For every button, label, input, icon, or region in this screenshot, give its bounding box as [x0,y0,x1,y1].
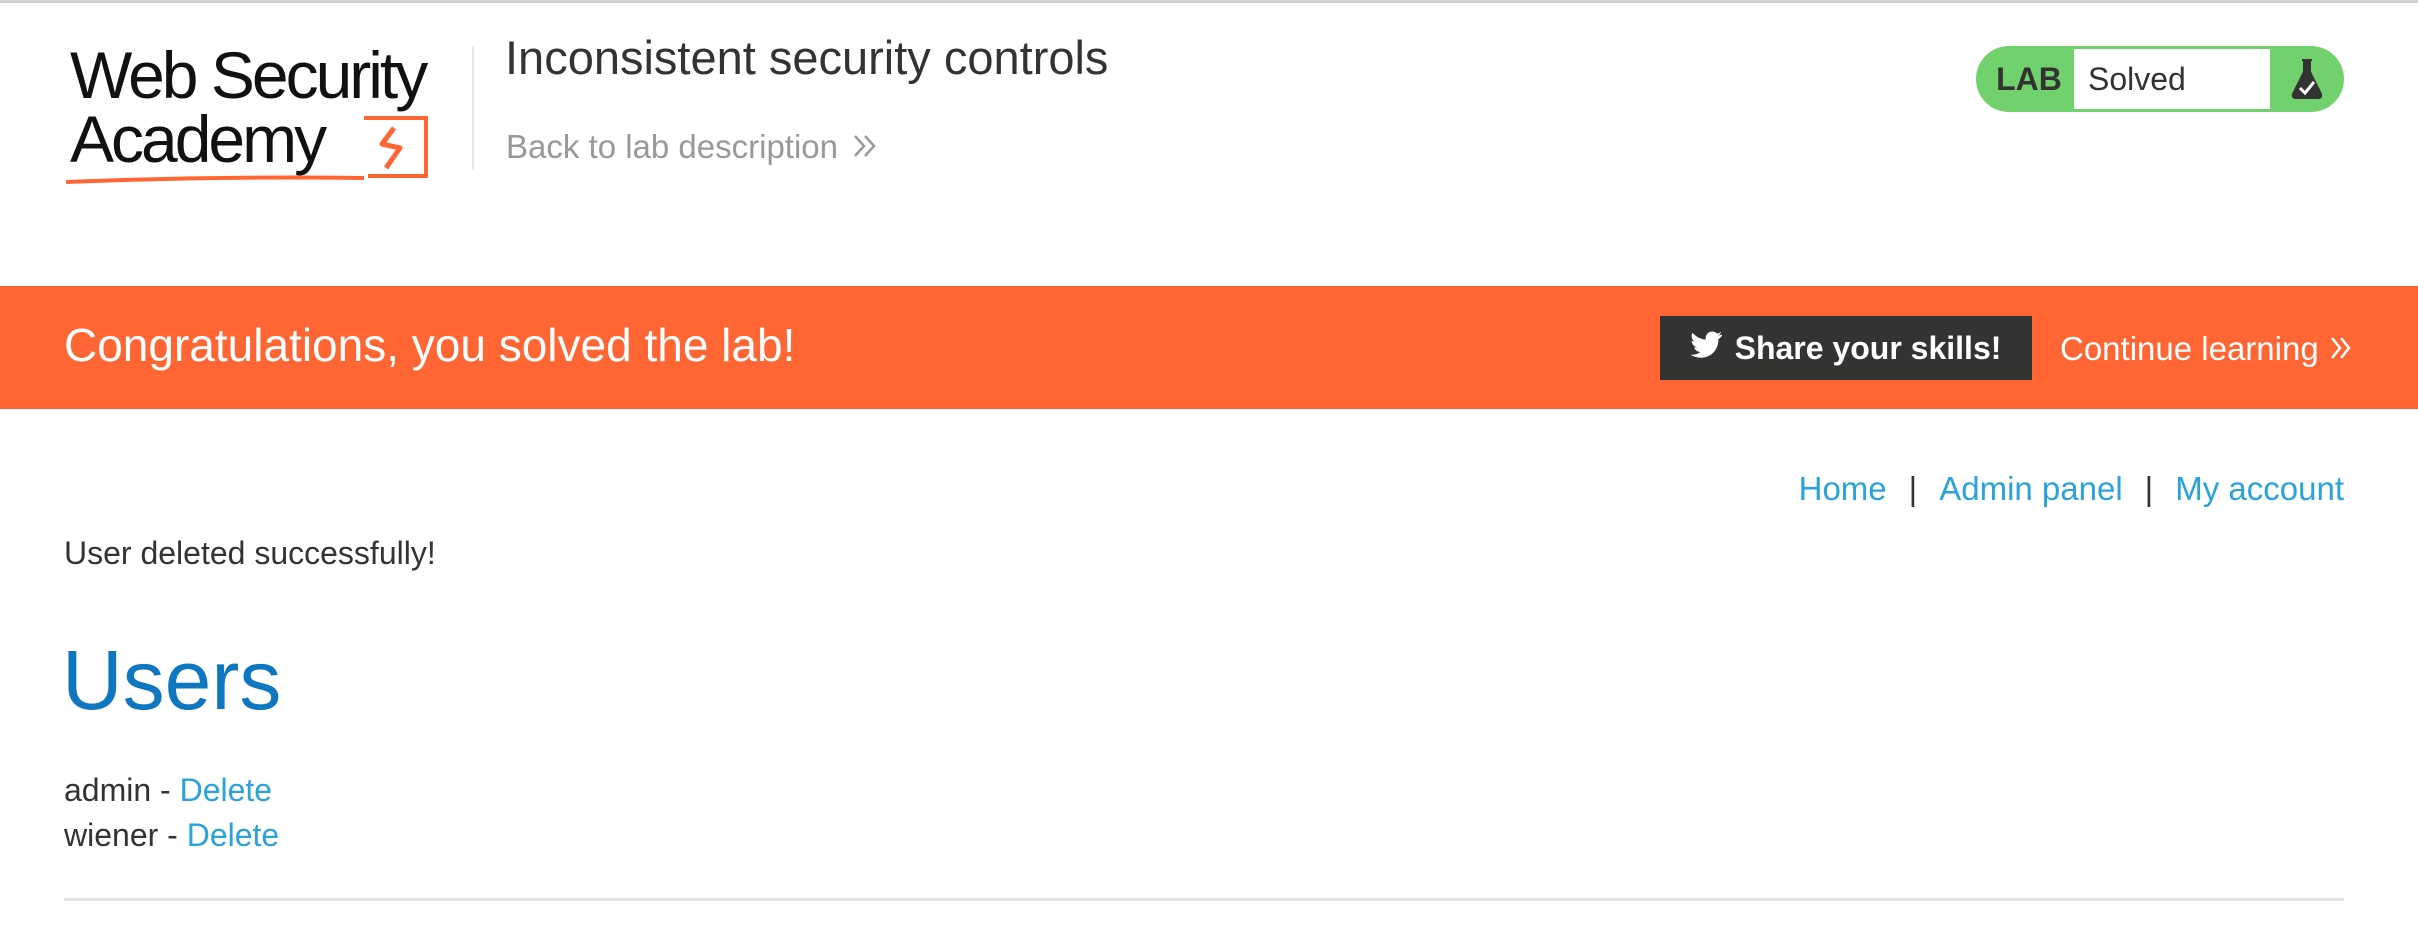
web-security-academy-logo[interactable]: Web Security Academy [64,38,474,194]
share-skills-button[interactable]: Share your skills! [1660,316,2032,380]
nav-home-link[interactable]: Home [1799,470,1887,508]
user-separator: - [151,772,180,808]
logo-line-2: Academy [70,102,327,176]
user-row-admin: admin - Delete [64,768,279,813]
nav-admin-panel-link[interactable]: Admin panel [1939,470,2122,508]
users-heading: Users [62,633,282,727]
user-row-wiener: wiener - Delete [64,813,279,858]
user-name: admin [64,772,152,808]
nav-separator: | [2144,470,2154,507]
user-separator: - [158,817,187,853]
share-button-label: Share your skills! [1734,329,2002,366]
top-navigation: Home | Admin panel | My account [1799,470,2344,508]
lab-status-text: Solved [2074,49,2270,109]
back-link-label: Back to lab description [506,128,839,165]
nav-separator: | [1908,470,1918,507]
flask-check-icon [2270,58,2344,100]
lab-title: Inconsistent security controls [505,31,1109,84]
user-name: wiener [64,817,159,853]
nav-my-account-link[interactable]: My account [2175,470,2344,508]
title-divider [472,46,474,170]
twitter-bird-icon [1690,330,1723,367]
double-chevron-right-icon [2329,330,2353,368]
lab-status-badge: LAB Solved [1976,46,2344,112]
continue-learning-label: Continue learning [2060,330,2319,367]
double-chevron-right-icon [852,128,878,166]
delete-wiener-link[interactable]: Delete [187,817,280,853]
delete-admin-link[interactable]: Delete [180,772,273,808]
page-header: Web Security Academy Inconsistent securi… [0,0,2418,286]
continue-learning-link[interactable]: Continue learning [2060,330,2353,368]
back-to-lab-description-link[interactable]: Back to lab description [506,128,878,166]
logo-line-1: Web Security [70,38,428,112]
solved-banner: Congratulations, you solved the lab! Sha… [0,286,2418,409]
user-list: admin - Delete wiener - Delete [64,768,279,858]
congratulations-message: Congratulations, you solved the lab! [64,319,796,371]
lab-badge-label: LAB [1996,60,2062,97]
status-message: User deleted successfully! [64,535,436,571]
content-divider [64,898,2344,901]
